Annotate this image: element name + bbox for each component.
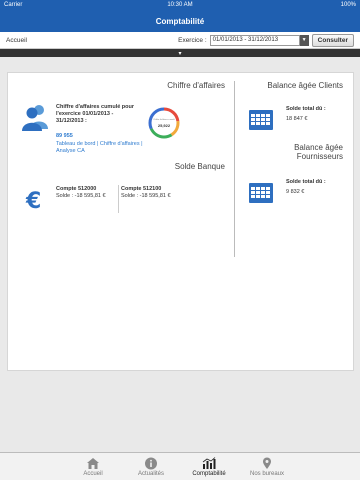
- column-divider: [234, 81, 235, 257]
- dashboard-card: Chiffre d'affaires Chiffre d'affaires cu…: [7, 72, 354, 371]
- account-name: Compte 512100: [121, 186, 162, 192]
- navigation-bar: Comptabilité: [0, 10, 360, 32]
- fournisseurs-label: Solde total dû :: [286, 179, 326, 185]
- back-button[interactable]: Accueil: [6, 37, 27, 44]
- collapse-strip[interactable]: ▾: [0, 49, 360, 57]
- account-card-0[interactable]: Compte 512000 Solde : -18 595,81 €: [56, 186, 116, 200]
- account-card-1[interactable]: Compte 512100 Solde : -18 595,81 €: [121, 186, 181, 200]
- ca-donut-chart[interactable]: Chiffre d'affaires cumulé 25,922: [146, 105, 182, 146]
- clients-title: Balance âgée Clients: [267, 81, 343, 90]
- clients-card[interactable]: Solde total dû : 18 847 €: [286, 106, 326, 123]
- donut-value: 25,922: [157, 123, 171, 128]
- users-icon: [22, 103, 50, 136]
- account-solde: Solde : -18 595,81 €: [121, 193, 171, 199]
- donut-caption: Chiffre d'affaires cumulé: [153, 119, 175, 121]
- exercice-select[interactable]: 01/01/2013 - 31/12/2013: [209, 34, 300, 46]
- account-name: Compte 512000: [56, 186, 97, 192]
- exercice-value: 01/01/2013 - 31/12/2013: [212, 37, 279, 43]
- tab-accueil[interactable]: Accueil: [71, 453, 115, 480]
- info-icon: [145, 457, 157, 470]
- banque-title: Solde Banque: [174, 162, 225, 171]
- account-solde: Solde : -18 595,81 €: [56, 193, 106, 199]
- ca-links[interactable]: Tableau de bord | Chiffre d'affaires | A…: [56, 141, 144, 155]
- clients-label: Solde total dû :: [286, 106, 326, 112]
- fournisseurs-title: Balance âgée Fournisseurs: [294, 143, 343, 161]
- tab-comptabilite[interactable]: Comptabilité: [187, 453, 231, 480]
- divider: [118, 185, 119, 213]
- bar-chart-icon: [202, 457, 216, 469]
- page-title: Comptabilité: [155, 16, 205, 26]
- status-bar: Carrier 10:30 AM 100%: [0, 0, 360, 10]
- svg-text:€: €: [25, 189, 41, 212]
- ca-description: Chiffre d'affaires cumulé pour l'exercic…: [56, 104, 135, 124]
- ca-title: Chiffre d'affaires: [167, 81, 225, 90]
- clients-value: 18 847 €: [286, 116, 308, 122]
- clock: 10:30 AM: [167, 2, 193, 8]
- battery-level: 100%: [340, 2, 356, 8]
- chevron-down-icon: ▾: [178, 50, 182, 57]
- tab-label: Comptabilité: [192, 471, 226, 477]
- calendar-icon: [248, 180, 274, 209]
- exercice-label: Exercice :: [178, 36, 207, 44]
- consult-button[interactable]: Consulter: [311, 33, 354, 47]
- tab-bar: Accueil Actualités Comptabilité Nos bure…: [0, 452, 360, 480]
- map-pin-icon: [263, 457, 271, 469]
- fournisseurs-card[interactable]: Solde total dû : 9 832 €: [286, 179, 326, 196]
- tab-label: Nos bureaux: [249, 471, 285, 477]
- tab-nos-bureaux[interactable]: Nos bureaux: [245, 453, 289, 480]
- tab-label: Actualités: [137, 471, 164, 477]
- home-icon: [87, 458, 99, 469]
- carrier-label: Carrier: [4, 2, 23, 8]
- euro-icon: €: [24, 188, 46, 217]
- tab-label: Accueil: [83, 471, 103, 477]
- tab-actualites[interactable]: Actualités: [129, 453, 173, 480]
- chevron-down-icon[interactable]: ▼: [299, 34, 309, 46]
- calendar-icon: [248, 107, 274, 136]
- ca-value[interactable]: 89 955: [56, 133, 73, 140]
- filter-bar: Accueil Exercice : 01/01/2013 - 31/12/20…: [0, 32, 360, 49]
- fournisseurs-value: 9 832 €: [286, 189, 305, 195]
